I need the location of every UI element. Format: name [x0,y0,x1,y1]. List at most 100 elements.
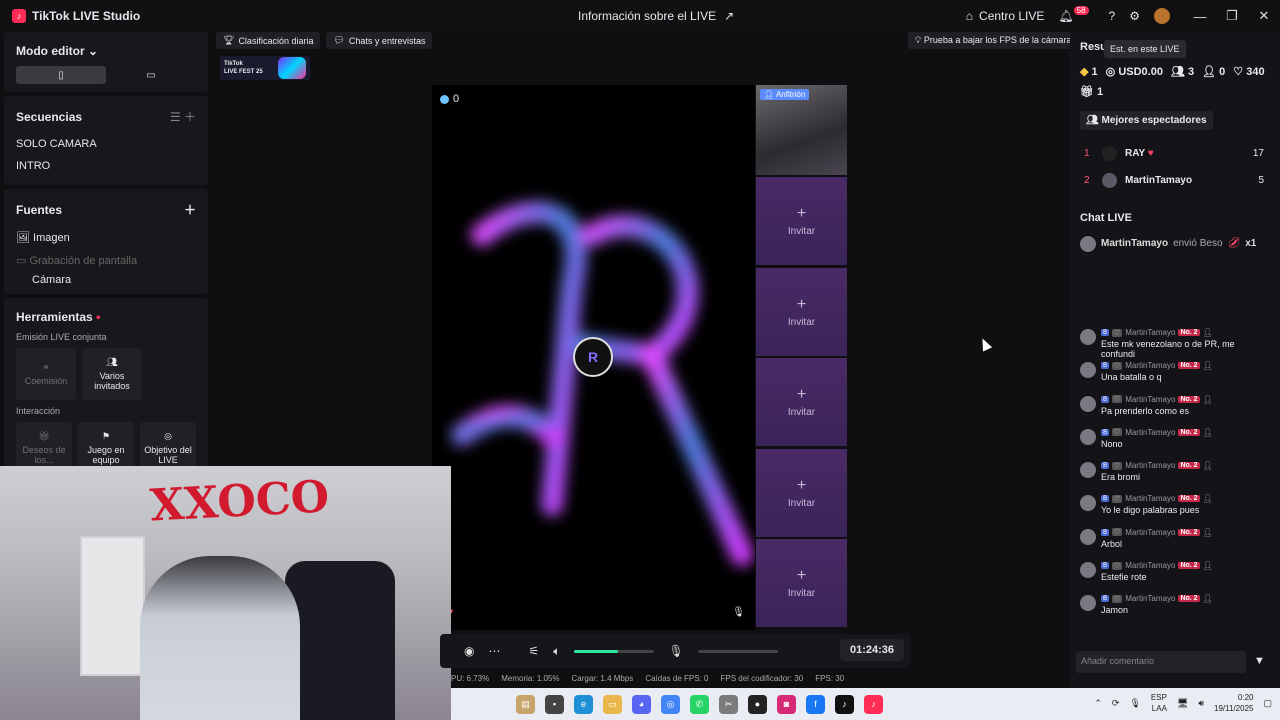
monitor-icon: ▭ [146,69,156,81]
chat-message[interactable]: 8 ♡ MartinTamayo No. 2 👤︎ Era bromi [1080,461,1270,494]
chat-user: MartinTamayo [1125,394,1176,404]
volume-tray-icon[interactable]: 🔊︎ [1198,698,1204,709]
invite-slot[interactable]: + Invitar [756,177,847,265]
chat-message[interactable]: 8 ♡ MartinTamayo No. 2 👤︎ Estefie rote [1080,561,1270,594]
stat-value: 0 [1219,66,1226,78]
mode-selector[interactable]: Modo editor ⌄ [16,44,196,58]
tiktok-live-studio-icon[interactable]: ♪ [864,694,883,714]
instagram-icon[interactable]: ◙ [777,694,796,714]
volume-slider[interactable] [574,649,655,653]
tools-header: Herramientas • [16,310,196,324]
add-source-icon[interactable]: ＋ [184,201,196,218]
list-add-icons[interactable]: ☰ ＋ [170,108,196,125]
avatar [1080,528,1096,545]
source-item-screen[interactable]: ▭ Grabación de pantalla [16,249,196,272]
chat-message[interactable]: 8 ♡ MartinTamayo No. 2 👤︎ Yo le digo palabras… [1080,494,1270,527]
comment-input[interactable]: Añadir comentario [1076,651,1246,673]
record-icon[interactable]: ◉ [464,644,474,658]
fps-tip[interactable]: 💡︎ Prueba a bajar los FPS de la cámara [908,32,1079,49]
host-tile[interactable]: 👤︎ Anfitrión [756,85,847,175]
tiktok-icon[interactable]: ♪ [835,694,854,714]
invite-slot[interactable]: + Invitar [756,358,847,446]
diamond-icon: ◆ [1080,66,1089,78]
tool-label: Objetivo del LIVE [144,445,192,465]
live-fest-banner[interactable]: TikTok LIVE FEST 25 [220,56,310,80]
share-icon[interactable]: ↗ [724,9,734,23]
sync-icon[interactable]: ⟳ [1112,698,1120,709]
chat-message[interactable]: 8 ♡ MartinTamayo No. 2 👤︎ Pa prenderlo como e… [1080,395,1270,428]
chat-message[interactable]: 8 ♡ MartinTamayo No. 2 👤︎ Arbol [1080,528,1270,561]
mic-tray-icon[interactable]: 🎙︎ [1129,698,1140,709]
help-icon: ? [1108,9,1116,23]
plus-icon: + [796,476,807,494]
maximize-button[interactable]: ❐ [1216,8,1248,24]
avatar[interactable] [1154,8,1170,24]
gift-multiplier: x1 [1245,238,1257,249]
source-item-image[interactable]: 🖼︎ Imagen [16,226,196,249]
network-icon[interactable]: 🖥︎ [1177,698,1188,709]
chat-message[interactable]: 8 ♡ MartinTamayo No. 2 👤︎ Jamon [1080,594,1270,627]
speaker-icon[interactable]: 🔈︎ [553,644,560,659]
daily-ranking-tag[interactable]: 🏆︎ Clasificación diaria [216,32,321,49]
mic-control-icon[interactable]: 🎙︎ [668,644,683,658]
rank-badge: No. 2 [1178,428,1200,436]
user-icon: 👤︎ [1202,328,1213,337]
folder-app-icon[interactable]: ▤ [516,694,535,714]
live-fest-logo-icon [278,57,306,79]
notifications-button[interactable]: 🔔︎ 58 [1058,5,1094,23]
live-preview[interactable]: 0 R AY ♥ 🎙︎ [432,85,755,630]
top-viewers-button[interactable]: 👥︎ Mejores espectadores [1080,111,1213,130]
heart-outline-icon: ♡ [1233,66,1244,78]
minimize-button[interactable]: — [1184,9,1216,24]
chats-tag[interactable]: 💬︎ Chats y entrevistas [326,32,433,49]
level-badge: 8 [1101,495,1109,503]
list-item[interactable]: 2 MartinTamayo 5 [1084,167,1264,194]
source-item-camera[interactable]: Cámara [16,272,196,286]
emission-tools: ⚭ Coemisión 👥︎ Varios invitados [16,348,196,400]
mic-slider[interactable] [697,649,778,653]
language-indicator[interactable]: ESP LAA [1151,692,1167,714]
edge-icon[interactable]: e [574,694,593,714]
clock[interactable]: 0:20 19/11/2025 [1214,692,1253,714]
snipping-icon[interactable]: ✂ [719,694,738,714]
settings-button[interactable]: ⚙ [1129,9,1140,23]
chat-body: 8 ♡ MartinTamayo No. 2 👤︎ Este mk venezolano … [1101,328,1270,361]
facebook-icon[interactable]: f [806,694,825,714]
help-button[interactable]: ? [1109,9,1116,23]
avatar [1080,562,1096,579]
obs-icon[interactable]: ● [748,694,767,714]
explorer-icon[interactable]: ▭ [603,694,622,714]
discord-icon[interactable]: ◕ [632,694,651,714]
chrome-icon[interactable]: ◎ [661,694,680,714]
mic-icon[interactable]: 🎙︎ [732,607,745,618]
coemission-tool[interactable]: ⚭ Coemisión [16,348,76,400]
notification-center-icon[interactable]: ▢ [1263,698,1272,709]
sequence-item[interactable]: SOLO CAMARA [16,133,196,155]
live-info-title[interactable]: Información sobre el LIVE ↗ [578,9,734,23]
sequence-item[interactable]: INTRO [16,155,196,177]
chat-meta: 8 ♡ MartinTamayo No. 2 👤︎ [1101,461,1213,470]
lang-sub-text: LAA [1151,704,1167,713]
chat-meta: 8 ♡ MartinTamayo No. 2 👤︎ [1101,528,1213,537]
chat-message[interactable]: 8 ♡ MartinTamayo No. 2 👤︎ Este mk venezolano … [1080,328,1270,361]
portrait-mode-button[interactable]: ▯ [16,66,106,84]
list-item[interactable]: 1 RAY ♥ 17 [1084,140,1264,167]
whatsapp-icon[interactable]: ✆ [690,694,709,714]
landscape-mode-button[interactable]: ▭ [106,66,196,84]
invite-slot[interactable]: + Invitar [756,448,847,537]
filter-icon[interactable]: ▼ [1254,655,1265,667]
chat-message[interactable]: 8 ♡ MartinTamayo No. 2 👤︎ Nono [1080,428,1270,461]
sliders-icon[interactable]: ⚟ [528,644,539,658]
livefest-line1: TikTok [224,61,243,67]
terminal-icon[interactable]: ▪ [545,694,564,714]
invite-slot[interactable]: + Invitar [756,267,847,356]
centro-live-button[interactable]: ⌂ Centro LIVE [966,9,1045,23]
shelf-image [80,536,145,676]
multi-guest-tool[interactable]: 👥︎ Varios invitados [82,348,142,400]
mode-label: Modo editor [16,44,85,58]
chat-message[interactable]: 8 ♡ MartinTamayo No. 2 👤︎ Una batalla o q [1080,361,1270,394]
more-icon[interactable]: ⋯ [488,644,500,658]
close-button[interactable]: ✕ [1248,8,1280,24]
invite-slot[interactable]: + Invitar [756,539,847,627]
chevron-up-icon[interactable]: ⌃ [1094,698,1102,709]
